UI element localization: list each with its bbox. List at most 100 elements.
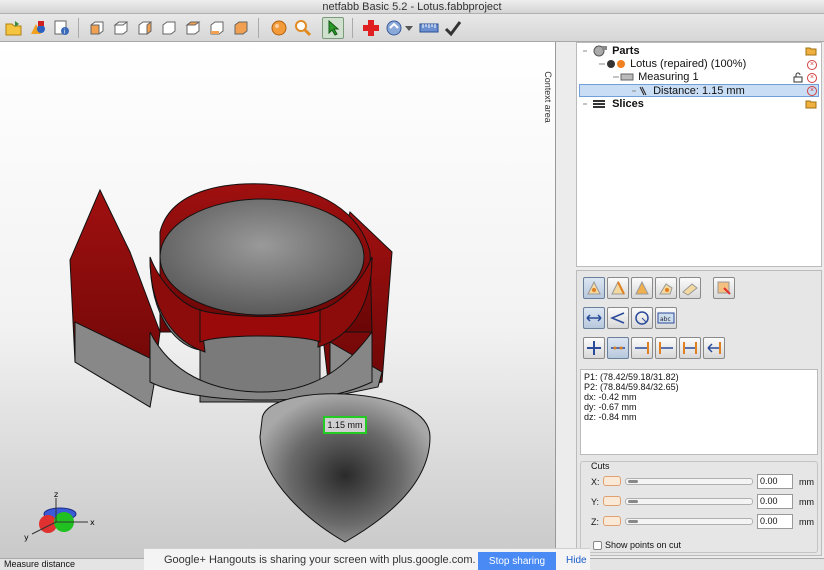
cut-unit: mm <box>799 517 814 527</box>
slices-icon <box>583 100 605 109</box>
remove-distance-icon[interactable]: × <box>807 86 817 96</box>
cut-x-value[interactable]: 0.00 <box>757 474 793 489</box>
view-left-icon[interactable] <box>134 17 156 39</box>
svg-text:abc: abc <box>660 316 671 323</box>
axis-gizmo: x y z <box>24 492 95 542</box>
measure-edge-button[interactable] <box>607 277 629 299</box>
angle-icon <box>610 312 625 324</box>
title-bar: netfabb Basic 5.2 - Lotus.fabbproject <box>0 0 824 14</box>
main-toolbar: i <box>0 14 824 42</box>
edge-icon <box>611 280 625 295</box>
cut-axis-label: Z: <box>591 517 599 527</box>
view-front-icon[interactable] <box>86 17 108 39</box>
lotus-model[interactable] <box>0 42 556 558</box>
tree-item-parts[interactable]: Parts <box>581 45 640 58</box>
context-area-label: Context area <box>542 71 553 123</box>
cut-axis-label: Y: <box>591 497 600 507</box>
screen-share-banner: Google+ Hangouts is sharing your screen … <box>144 548 590 570</box>
distance-icon <box>632 86 647 96</box>
arrow-to-bar-icon <box>635 342 649 354</box>
3d-viewport[interactable]: 1.15 mm x y z <box>0 42 556 558</box>
cut-y-slider[interactable] <box>625 498 753 505</box>
tree-item-distance[interactable]: Distance: 1.15 mm <box>579 84 819 97</box>
cut-z-slider[interactable] <box>625 518 753 525</box>
parts-folder-icon <box>583 45 607 57</box>
context-area-tab[interactable]: Context area <box>543 42 574 162</box>
cut-y-toggle[interactable] <box>603 496 621 506</box>
point-to-point-button[interactable] <box>583 337 605 359</box>
hide-link[interactable]: Hide <box>566 555 587 566</box>
triangle-icon <box>635 280 649 295</box>
edge-to-point-button[interactable] <box>703 337 725 359</box>
cut-x-toggle[interactable] <box>603 476 621 486</box>
tree-item-measuring[interactable]: Measuring 1 <box>613 71 699 84</box>
axis-x-label: x <box>90 518 95 527</box>
view-bottom-icon[interactable] <box>206 17 228 39</box>
project-info-icon[interactable]: i <box>51 17 73 39</box>
plane-to-point-button[interactable] <box>655 337 677 359</box>
point-to-edge-button[interactable] <box>607 337 629 359</box>
measure-tool-icon[interactable] <box>384 17 406 39</box>
cut-y-value[interactable]: 0.00 <box>757 494 793 509</box>
measuring-label: Measuring 1 <box>638 71 699 83</box>
distance-mode-button[interactable] <box>583 307 605 329</box>
measure-point-button[interactable] <box>583 277 605 299</box>
measure-triangle-button[interactable] <box>631 277 653 299</box>
cut-z-toggle[interactable] <box>603 516 621 526</box>
show-points-label: Show points on cut <box>605 540 682 550</box>
label-abc-icon: abc <box>657 312 675 324</box>
measure-plane-button[interactable] <box>679 277 701 299</box>
view-right-icon[interactable] <box>158 17 180 39</box>
slices-label: Slices <box>612 98 644 110</box>
slices-open-icon[interactable] <box>805 99 817 112</box>
dx-line: dx: -0.42 mm <box>584 392 637 402</box>
stop-sharing-button[interactable]: Stop sharing <box>478 552 556 570</box>
checkbox-box[interactable] <box>593 541 602 551</box>
view-iso-icon[interactable] <box>230 17 252 39</box>
remove-part-icon[interactable]: × <box>807 60 817 70</box>
remove-measuring-icon[interactable]: × <box>807 73 817 83</box>
radius-mode-button[interactable] <box>631 307 653 329</box>
p1-line: P1: (78.42/59.18/31.82) <box>584 372 679 382</box>
view-back-icon[interactable] <box>110 17 132 39</box>
plane-to-plane-button[interactable] <box>679 337 701 359</box>
point-icon <box>587 280 601 295</box>
cut-x-slider[interactable] <box>625 478 753 485</box>
dz-line: dz: -0.84 mm <box>584 412 637 422</box>
measure-export-button[interactable] <box>713 277 735 299</box>
measure-distance-label: 1.15 mm <box>323 416 367 434</box>
share-message: Google+ Hangouts is sharing your screen … <box>164 554 476 566</box>
cuts-group: Cuts X: 0.00 mm Y: 0.00 mm Z: 0.00 mm Sh… <box>580 461 818 553</box>
cuts-title: Cuts <box>591 461 610 471</box>
chevron-down-icon[interactable] <box>404 17 414 39</box>
repair-cross-icon[interactable] <box>360 17 382 39</box>
cut-row-x: X: 0.00 mm <box>581 474 819 490</box>
open-project-icon[interactable] <box>3 17 25 39</box>
ruler-icon[interactable] <box>418 17 440 39</box>
measure-info-box: P1: (78.42/59.18/31.82) P2: (78.84/59.84… <box>580 369 818 455</box>
measure-surface-button[interactable] <box>655 277 677 299</box>
ruler-small-icon <box>613 73 634 81</box>
cut-axis-label: X: <box>591 477 600 487</box>
angle-mode-button[interactable] <box>607 307 629 329</box>
axis-y-label: y <box>24 533 29 542</box>
zoom-icon[interactable] <box>292 17 314 39</box>
cut-z-value[interactable]: 0.00 <box>757 514 793 529</box>
select-arrow-icon[interactable] <box>322 17 344 39</box>
show-points-checkbox[interactable]: Show points on cut <box>593 540 682 551</box>
checkmark-icon[interactable] <box>442 17 464 39</box>
dots-arrow-icon <box>611 346 625 350</box>
tree-item-lotus[interactable]: Lotus (repaired) (100%) <box>599 58 746 71</box>
p2-line: P2: (78.84/59.84/32.65) <box>584 382 679 392</box>
tree-item-slices[interactable]: Slices <box>581 98 644 111</box>
point-to-plane-button[interactable] <box>631 337 653 359</box>
text-label-button[interactable]: abc <box>655 307 677 329</box>
add-part-icon[interactable] <box>27 17 49 39</box>
parts-label: Parts <box>612 45 640 57</box>
zoom-sphere-icon[interactable] <box>268 17 290 39</box>
view-top-icon[interactable] <box>182 17 204 39</box>
status-text: Measure distance <box>4 559 76 569</box>
project-tree[interactable]: Parts Lotus (repaired) (100%) × Measurin… <box>576 42 822 267</box>
plane-icon <box>682 283 698 296</box>
parts-open-icon[interactable] <box>805 46 817 59</box>
